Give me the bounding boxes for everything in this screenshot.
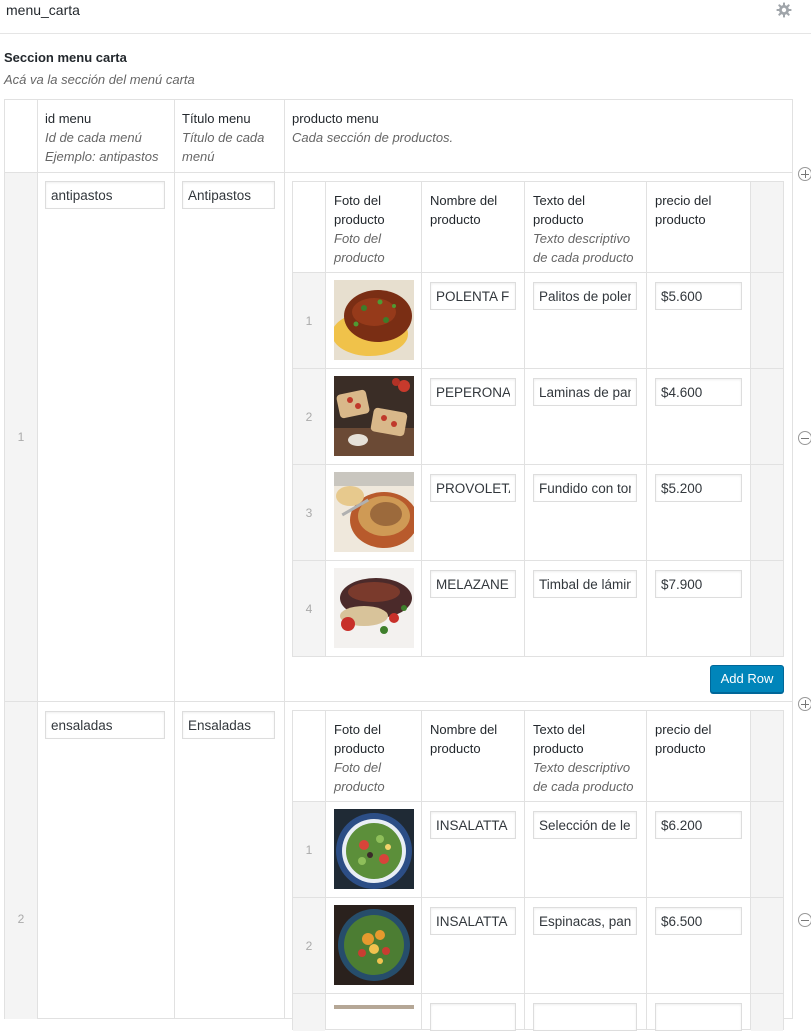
nombre-producto-input[interactable] xyxy=(430,811,516,839)
precio-producto-input[interactable] xyxy=(655,811,742,839)
precio-producto-input[interactable] xyxy=(655,1003,742,1031)
row-number-column xyxy=(293,802,325,1031)
row-handle-column xyxy=(751,182,783,656)
product-image[interactable] xyxy=(334,809,414,889)
titulo-menu-input[interactable] xyxy=(182,711,275,739)
provoleta-dish-image xyxy=(334,472,414,552)
titulo-menu-input[interactable] xyxy=(182,181,275,209)
precio-producto-input[interactable] xyxy=(655,378,742,406)
subcolumn-header-precio: precio del producto xyxy=(655,193,712,227)
texto-producto-input[interactable] xyxy=(533,378,637,406)
subcolumn-header-texto: Texto del producto Texto descriptivo de c… xyxy=(533,193,634,265)
subcolumn-header-foto: Foto del producto Foto del producto xyxy=(334,193,385,265)
row-number: 1 xyxy=(17,430,25,444)
nombre-producto-input[interactable] xyxy=(430,282,516,310)
remove-row-icon[interactable] xyxy=(798,913,811,927)
product-image[interactable] xyxy=(334,905,414,985)
subcolumn-header-nombre: Nombre del producto xyxy=(430,193,498,227)
product-row-number: 4 xyxy=(305,602,313,616)
product-image[interactable] xyxy=(334,280,414,360)
eggplant-dish-image xyxy=(334,568,414,648)
column-header-producto: producto menu Cada sección de productos. xyxy=(292,111,454,145)
subcolumn-header-texto: Texto del producto Texto descriptivo de c… xyxy=(533,722,634,794)
texto-producto-input[interactable] xyxy=(533,570,637,598)
product-image[interactable] xyxy=(334,1001,414,1009)
salad-bowl-image xyxy=(334,809,414,889)
nombre-producto-input[interactable] xyxy=(430,1003,516,1031)
product-row-number: 2 xyxy=(305,410,313,424)
polenta-dish-image xyxy=(334,280,414,360)
id-menu-input[interactable] xyxy=(45,181,165,209)
texto-producto-input[interactable] xyxy=(533,1003,637,1031)
product-row-number: 1 xyxy=(305,843,313,857)
subcolumn-header-foto: Foto del producto Foto del producto xyxy=(334,722,385,794)
precio-producto-input[interactable] xyxy=(655,907,742,935)
precio-producto-input[interactable] xyxy=(655,474,742,502)
field-header: menu_carta xyxy=(0,0,811,34)
section-description: Acá va la sección del menú carta xyxy=(4,72,195,87)
row-number-column xyxy=(5,173,37,1019)
subcolumn-header-nombre: Nombre del producto xyxy=(430,722,498,756)
texto-producto-input[interactable] xyxy=(533,811,637,839)
nombre-producto-input[interactable] xyxy=(430,907,516,935)
texto-producto-input[interactable] xyxy=(533,474,637,502)
add-row-button[interactable]: Add Row xyxy=(710,665,784,693)
nombre-producto-input[interactable] xyxy=(430,474,516,502)
gear-icon[interactable] xyxy=(776,2,792,18)
add-row-icon[interactable] xyxy=(798,167,811,181)
add-row-icon[interactable] xyxy=(798,697,811,711)
product-row-number: 3 xyxy=(305,506,313,520)
subcolumn-header-precio: precio del producto xyxy=(655,722,712,756)
nombre-producto-input[interactable] xyxy=(430,570,516,598)
id-menu-input[interactable] xyxy=(45,711,165,739)
section-label: Seccion menu carta xyxy=(4,50,127,65)
spinach-salad-image xyxy=(334,905,414,985)
texto-producto-input[interactable] xyxy=(533,907,637,935)
partial-dish-image xyxy=(334,1005,414,1009)
product-image[interactable] xyxy=(334,376,414,456)
field-title: menu_carta xyxy=(6,2,80,18)
product-row-number: 2 xyxy=(305,939,313,953)
product-image[interactable] xyxy=(334,472,414,552)
precio-producto-input[interactable] xyxy=(655,570,742,598)
remove-row-icon[interactable] xyxy=(798,431,811,445)
nombre-producto-input[interactable] xyxy=(430,378,516,406)
bruschetta-dish-image xyxy=(334,376,414,456)
row-handle-column xyxy=(751,711,783,1031)
product-row-number: 1 xyxy=(305,314,313,328)
texto-producto-input[interactable] xyxy=(533,282,637,310)
product-image[interactable] xyxy=(334,568,414,648)
row-number: 2 xyxy=(17,912,25,926)
column-header-id: id menu Id de cada menú Ejemplo: antipas… xyxy=(45,111,159,164)
precio-producto-input[interactable] xyxy=(655,282,742,310)
column-header-titulo: Título menu Título de cada menú xyxy=(182,111,265,164)
